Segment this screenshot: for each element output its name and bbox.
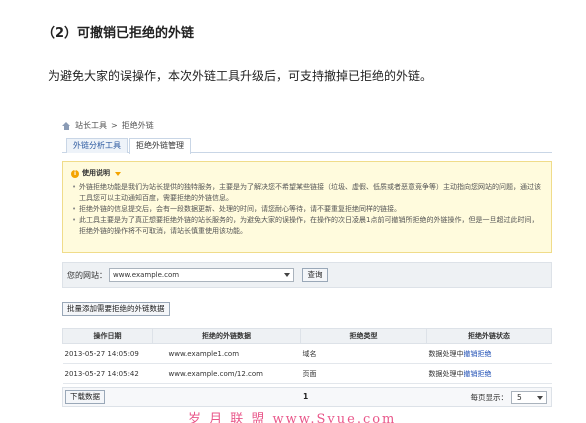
table-row: 2013-05-27 14:05:42 www.example.com/12.c… [62, 363, 552, 384]
per-page-control: 每页显示： 5 [470, 391, 547, 404]
query-button[interactable]: 查询 [302, 268, 328, 282]
breadcrumb-root[interactable]: 站长工具 [75, 120, 107, 131]
site-label: 您的网站： [67, 270, 107, 280]
home-icon[interactable] [62, 121, 71, 130]
notice-item: 此工具主要是为了真正想要拒绝外链的站长服务的，为避免大家的误操作，在操作的次日凌… [71, 215, 543, 237]
row-link: www.example1.com [152, 343, 301, 364]
column-header-date: 操作日期 [62, 328, 153, 344]
table-footer: 下载数据 1 每页显示： 5 [62, 387, 552, 407]
per-page-value: 5 [517, 393, 522, 402]
usage-notice: i 使用说明 外链拒绝功能是我们为站长提供的独特服务，主要是为了解决您不希望某些… [62, 161, 552, 253]
chevron-down-icon [284, 273, 290, 277]
row-type: 域名 [300, 343, 427, 364]
column-header-status: 拒绝外链状态 [426, 328, 552, 344]
info-icon: i [71, 169, 79, 178]
tab-link-analysis[interactable]: 外链分析工具 [66, 138, 128, 153]
breadcrumb-current: 拒绝外链 [121, 121, 154, 130]
bulk-add-button[interactable]: 批量添加需要拒绝的外链数据 [62, 302, 170, 316]
notice-item: 外链拒绝功能是我们为站长提供的独特服务，主要是为了解决您不希望某些链接（垃圾、虚… [71, 182, 543, 204]
tab-reject-management[interactable]: 拒绝外链管理 [129, 138, 191, 154]
column-header-type: 拒绝类型 [300, 328, 427, 344]
row-status-cell: 数据处理中撤销拒绝 [426, 363, 552, 384]
site-select[interactable]: www.example.com [109, 268, 294, 282]
breadcrumb: 站长工具 > 拒绝外链 [62, 120, 154, 131]
tab-bar: 外链分析工具 拒绝外链管理 [62, 137, 552, 154]
revoke-link[interactable]: 撤销拒绝 [464, 350, 492, 358]
site-filter-bar: 您的网站： www.example.com 查询 [62, 262, 552, 288]
notice-header[interactable]: i 使用说明 [71, 168, 543, 179]
page-number[interactable]: 1 [303, 392, 308, 401]
section-heading: （2）可撤销已拒绝的外链 [42, 26, 195, 41]
download-button[interactable]: 下载数据 [65, 390, 105, 404]
rejected-links-table: 操作日期 拒绝的外链数据 拒绝类型 拒绝外链状态 2013-05-27 14:0… [62, 328, 552, 384]
watermark: 岁 月 联 盟 www.Syue.com [188, 412, 397, 423]
row-type: 页面 [300, 363, 427, 384]
chevron-down-icon[interactable] [115, 171, 121, 176]
notice-title: 使用说明 [82, 169, 110, 177]
revoke-link[interactable]: 撤销拒绝 [464, 370, 492, 378]
row-status: 数据处理中 [428, 369, 464, 378]
row-status: 数据处理中 [428, 349, 464, 358]
chevron-down-icon [537, 396, 543, 400]
row-date: 2013-05-27 14:05:42 [62, 363, 153, 384]
row-date: 2013-05-27 14:05:09 [62, 343, 153, 364]
site-select-value: www.example.com [113, 271, 180, 279]
per-page-label: 每页显示： [470, 393, 509, 402]
row-link: www.example.com/12.com [152, 363, 301, 384]
notice-item: 拒绝外链的信息提交后，会有一段数据更新、处理的时间，请您耐心等待，请不要重复拒绝… [71, 204, 543, 215]
table-row: 2013-05-27 14:05:09 www.example1.com 域名 … [62, 343, 552, 364]
row-status-cell: 数据处理中撤销拒绝 [426, 343, 552, 364]
breadcrumb-separator: > [111, 121, 118, 130]
intro-text: 为避免大家的误操作，本次外链工具升级后，可支持撤掉已拒绝的外链。 [48, 69, 433, 83]
column-header-link: 拒绝的外链数据 [152, 328, 301, 344]
per-page-select[interactable]: 5 [511, 391, 547, 404]
